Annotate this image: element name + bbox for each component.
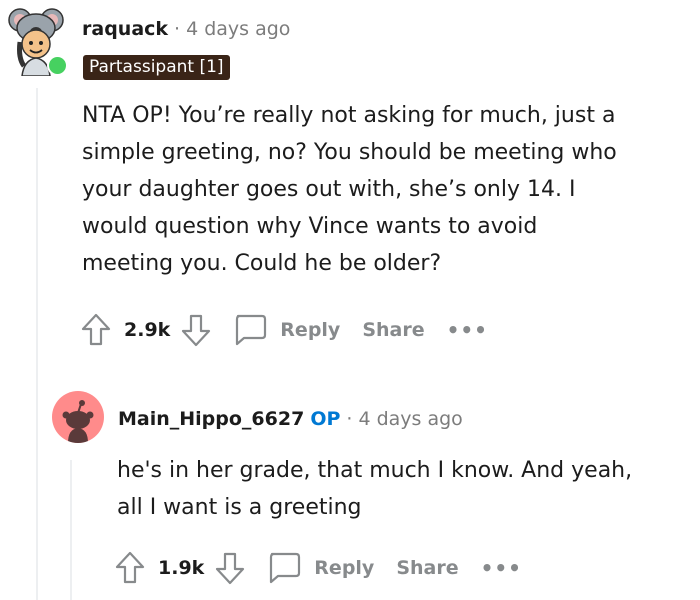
username[interactable]: Main_Hippo_6627 <box>118 408 304 430</box>
more-options-button[interactable]: ••• <box>447 318 488 342</box>
downvote-arrow-icon <box>182 314 211 347</box>
snoo-avatar-icon <box>62 400 94 443</box>
comment-line: all I want is a greeting <box>117 495 362 520</box>
comment-body: NTA OP! You’re really not asking for muc… <box>82 97 692 282</box>
comment-actions: 1.9k Reply Share ••• <box>114 548 522 588</box>
username[interactable]: raquack <box>82 18 168 40</box>
comment-line: NTA OP! You’re really not asking for muc… <box>82 103 616 128</box>
comment-bubble-icon <box>270 552 301 584</box>
downvote-button[interactable] <box>180 312 212 348</box>
reply-label: Reply <box>280 319 341 341</box>
separator: · <box>346 408 353 430</box>
downvote-button[interactable] <box>214 550 246 586</box>
timestamp[interactable]: 4 days ago <box>358 408 462 430</box>
timestamp[interactable]: 4 days ago <box>186 18 290 40</box>
downvote-arrow-icon <box>216 552 245 585</box>
separator: · <box>174 18 181 40</box>
avatar[interactable] <box>52 391 104 443</box>
comment-line: would question why Vince wants to avoid <box>82 214 538 239</box>
online-indicator <box>47 55 68 76</box>
more-options-button[interactable]: ••• <box>481 556 522 580</box>
comment-header: raquack · 4 days ago <box>82 18 290 40</box>
comment-actions: 2.9k Reply Share ••• <box>80 310 488 350</box>
share-button[interactable]: Share <box>396 557 458 579</box>
more-dots-icon: ••• <box>480 556 522 580</box>
comment-line: he's in her grade, that much I know. And… <box>117 458 633 483</box>
comment-line: your daughter goes out with, she’s only … <box>82 177 576 202</box>
share-button[interactable]: Share <box>362 319 424 341</box>
vote-count: 2.9k <box>124 319 171 341</box>
op-badge: OP <box>310 408 341 430</box>
comment-body: he's in her grade, that much I know. And… <box>117 452 692 526</box>
upvote-button[interactable] <box>80 312 112 348</box>
more-dots-icon: ••• <box>446 318 488 342</box>
comment-bubble-icon <box>236 314 267 346</box>
comment-line: simple greeting, no? You should be meeti… <box>82 140 617 165</box>
user-flair: Partassipant [1] <box>83 55 230 80</box>
upvote-arrow-icon <box>115 551 145 584</box>
thread-line-2[interactable] <box>70 460 72 600</box>
comment-header: Main_Hippo_6627 OP · 4 days ago <box>118 408 463 430</box>
reply-label: Reply <box>314 557 375 579</box>
reply-button[interactable]: Reply <box>232 313 340 347</box>
share-label: Share <box>396 557 459 579</box>
vote-count: 1.9k <box>158 557 205 579</box>
thread-line-1[interactable] <box>36 88 38 600</box>
flair-badge: Partassipant [1] <box>83 55 230 80</box>
upvote-arrow-icon <box>81 313 111 346</box>
reply-button[interactable]: Reply <box>266 551 374 585</box>
upvote-button[interactable] <box>114 550 146 586</box>
comment-line: meeting you. Could he be older? <box>82 251 442 276</box>
share-label: Share <box>362 319 425 341</box>
